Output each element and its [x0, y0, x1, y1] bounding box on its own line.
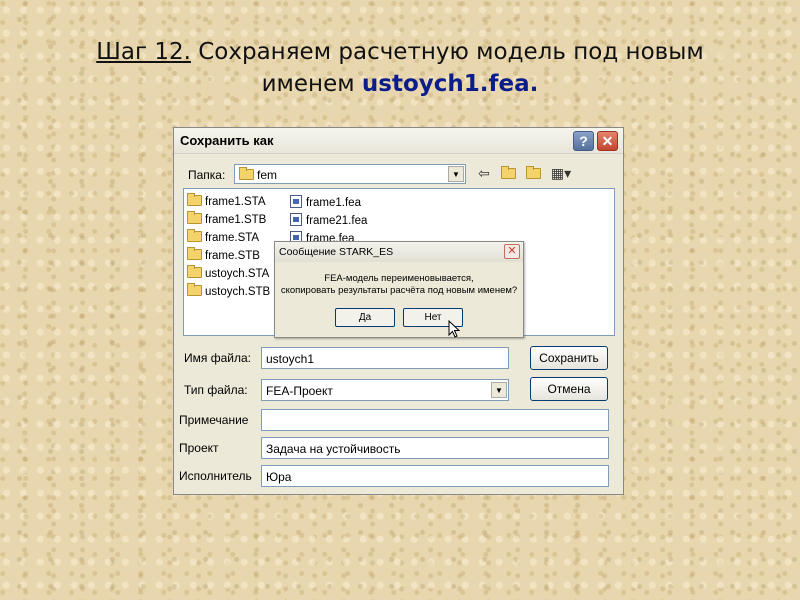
list-item[interactable]: frame21.fea	[290, 213, 367, 227]
folder-label: Папка:	[188, 168, 226, 182]
dialog-title: Сохранить как	[180, 133, 274, 148]
folder-value: fem	[257, 168, 278, 182]
message-box: Сообщение STARK_ES ✕ FEA-модель переимен…	[274, 241, 524, 338]
new-folder-icon[interactable]	[523, 165, 543, 183]
folder-icon	[239, 167, 254, 180]
list-item[interactable]: frame1.STB	[187, 211, 266, 226]
folder-icon	[187, 265, 202, 278]
help-button[interactable]: ?	[573, 131, 594, 151]
list-item[interactable]: ustoych.STA	[187, 265, 269, 280]
filetype-value: FEA-Проект	[266, 384, 333, 398]
project-field[interactable]: Задача на устойчивость	[261, 437, 609, 459]
slide-title: Шаг 12. Сохраняем расчетную модель под н…	[0, 36, 800, 100]
folder-icon	[187, 211, 202, 224]
folder-select[interactable]: fem ▼	[234, 164, 466, 184]
project-label: Проект	[179, 441, 219, 455]
folder-icon	[187, 283, 202, 296]
chevron-down-icon[interactable]: ▼	[448, 166, 464, 182]
title-line2-suffix: .	[529, 71, 539, 97]
filename-value: ustoych1	[266, 352, 315, 366]
close-button[interactable]: ✕	[597, 131, 618, 151]
list-item[interactable]: frame.STB	[187, 247, 260, 262]
file-icon	[290, 213, 302, 226]
back-icon[interactable]: ⇦	[474, 165, 494, 183]
view-menu-icon[interactable]: ▦▾	[548, 165, 574, 183]
list-item[interactable]: frame1.STA	[187, 193, 266, 208]
author-value: Юра	[266, 470, 292, 484]
message-line-2: скопировать результаты расчёта под новым…	[280, 285, 518, 296]
message-titlebar[interactable]: Сообщение STARK_ES ✕	[275, 242, 523, 262]
file-icon	[290, 195, 302, 208]
step-label: Шаг 12.	[96, 39, 191, 65]
cancel-button[interactable]: Отмена	[530, 377, 608, 401]
save-button[interactable]: Сохранить	[530, 346, 608, 370]
note-label: Примечание	[179, 413, 249, 427]
up-folder-icon[interactable]	[498, 165, 518, 183]
folder-icon	[187, 229, 202, 242]
chevron-down-icon[interactable]: ▼	[491, 382, 507, 398]
list-item[interactable]: frame1.fea	[290, 195, 361, 209]
filename-label: Имя файла:	[184, 351, 251, 365]
list-item[interactable]: frame.STA	[187, 229, 259, 244]
filetype-label: Тип файла:	[184, 383, 248, 397]
project-value: Задача на устойчивость	[266, 442, 401, 456]
title-filename: ustoych1.fea	[361, 71, 530, 97]
close-icon[interactable]: ✕	[504, 244, 520, 259]
title-text: Сохраняем расчетную модель под новым	[190, 39, 704, 65]
message-line-1: FEA-модель переименовывается,	[324, 273, 474, 284]
filetype-select[interactable]: FEA-Проект ▼	[261, 379, 509, 401]
filename-field[interactable]: ustoych1	[261, 347, 509, 369]
dialog-titlebar[interactable]: Сохранить как ? ✕	[174, 128, 623, 154]
folder-icon	[187, 247, 202, 260]
mouse-pointer-icon	[448, 320, 460, 338]
folder-icon	[187, 193, 202, 206]
author-label: Исполнитель	[179, 469, 252, 483]
title-line2-prefix: именем	[261, 71, 362, 97]
yes-button[interactable]: Да	[335, 308, 395, 327]
message-title: Сообщение STARK_ES	[279, 246, 394, 258]
save-as-dialog: Сохранить как ? ✕ Папка: fem ▼ ⇦ ▦▾ fram…	[173, 127, 624, 495]
note-field[interactable]	[261, 409, 609, 431]
list-item[interactable]: ustoych.STB	[187, 283, 270, 298]
author-field[interactable]: Юра	[261, 465, 609, 487]
